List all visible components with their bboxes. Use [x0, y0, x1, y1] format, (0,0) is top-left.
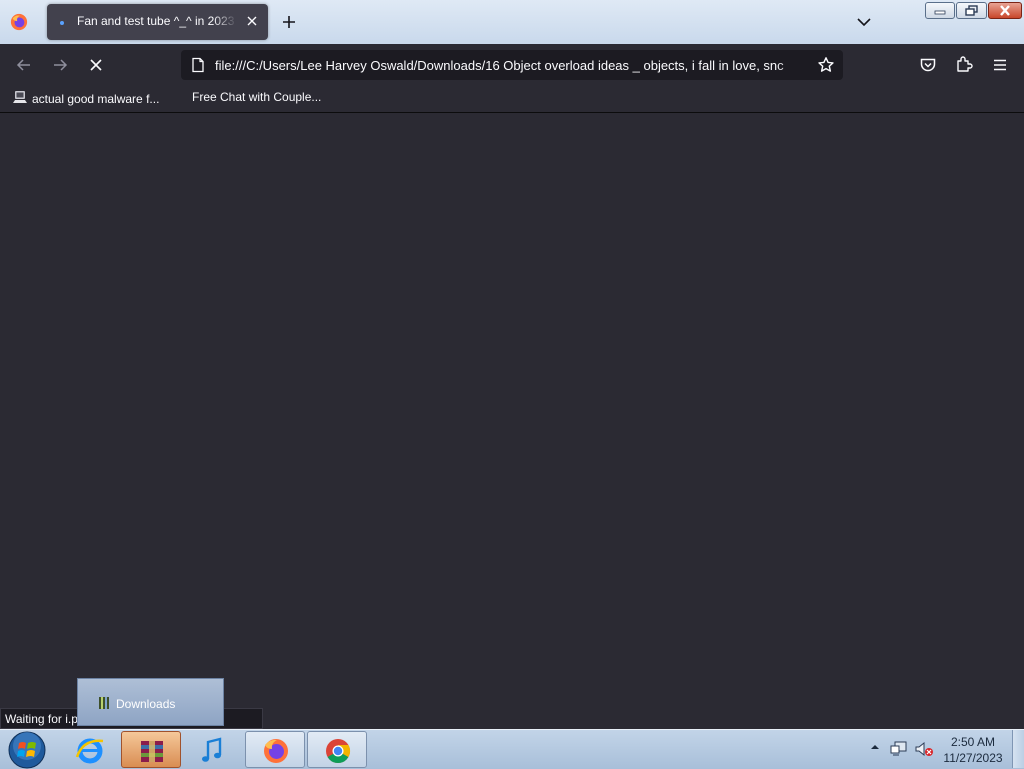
window-close-button[interactable] — [988, 2, 1022, 19]
clock-date: 11/27/2023 — [943, 751, 1003, 765]
network-icon[interactable] — [890, 740, 908, 758]
system-clock[interactable]: 2:50 AM 11/27/2023 — [938, 734, 1008, 766]
extensions-icon[interactable] — [955, 55, 973, 73]
show-hidden-icons-icon[interactable] — [870, 742, 880, 752]
volume-muted-icon[interactable] — [914, 740, 934, 758]
hamburger-menu-icon[interactable] — [991, 56, 1009, 74]
bookmark-item[interactable]: Free Chat with Couple... — [192, 90, 321, 104]
firefox-icon — [264, 739, 288, 763]
bookmark-item[interactable]: actual good malware f... — [12, 90, 159, 106]
clock-time: 2:50 AM — [950, 735, 996, 749]
tab-title: Fan and test tube ^_^ in 2023 | — [77, 14, 237, 28]
chrome-icon — [326, 739, 351, 764]
thumbnail-item[interactable]: Downloads — [98, 696, 175, 711]
stop-loading-icon[interactable] — [87, 56, 105, 74]
navigation-toolbar: file:///C:/Users/Lee Harvey Oswald/Downl… — [0, 44, 1024, 86]
forward-arrow-icon[interactable] — [51, 56, 69, 74]
taskbar-firefox[interactable] — [245, 731, 305, 768]
show-desktop-button[interactable] — [1012, 730, 1024, 768]
tab-active[interactable]: Fan and test tube ^_^ in 2023 | — [47, 4, 268, 40]
window-restore-button[interactable] — [956, 2, 987, 19]
chevron-down-icon[interactable] — [856, 15, 872, 29]
bookmark-computer-icon — [13, 91, 27, 103]
start-button-icon[interactable] — [6, 731, 48, 769]
bookmark-star-icon[interactable] — [817, 56, 835, 74]
page-icon — [192, 57, 204, 73]
thumbnail-label: Downloads — [116, 697, 176, 711]
taskbar-thumbnail-popup[interactable]: Downloads — [77, 678, 224, 726]
tab-strip: Fan and test tube ^_^ in 2023 | — [0, 0, 1024, 44]
loading-dot-icon — [60, 21, 64, 25]
taskbar: 2:50 AM 11/27/2023 — [0, 729, 1024, 769]
taskbar-chrome[interactable] — [307, 731, 367, 768]
winrar-archive-icon — [99, 697, 109, 709]
taskbar-winrar[interactable] — [121, 731, 181, 768]
taskbar-internet-explorer[interactable] — [60, 731, 120, 768]
close-tab-icon[interactable] — [245, 14, 259, 28]
pocket-icon[interactable] — [919, 56, 937, 74]
internet-explorer-icon — [75, 738, 104, 764]
page-content[interactable] — [0, 113, 1024, 729]
new-tab-icon[interactable] — [281, 14, 297, 30]
window-minimize-button[interactable] — [925, 2, 955, 19]
back-arrow-icon[interactable] — [15, 56, 33, 74]
winrar-icon — [141, 741, 163, 762]
url-text[interactable]: file:///C:/Users/Lee Harvey Oswald/Downl… — [215, 58, 811, 73]
itunes-icon — [202, 737, 222, 762]
address-bar[interactable]: file:///C:/Users/Lee Harvey Oswald/Downl… — [181, 50, 843, 80]
taskbar-itunes[interactable] — [182, 731, 242, 768]
bookmark-label: actual good malware f... — [32, 92, 160, 106]
bookmarks-toolbar: actual good malware f... Free Chat with … — [0, 86, 1024, 113]
firefox-icon[interactable] — [10, 13, 28, 31]
